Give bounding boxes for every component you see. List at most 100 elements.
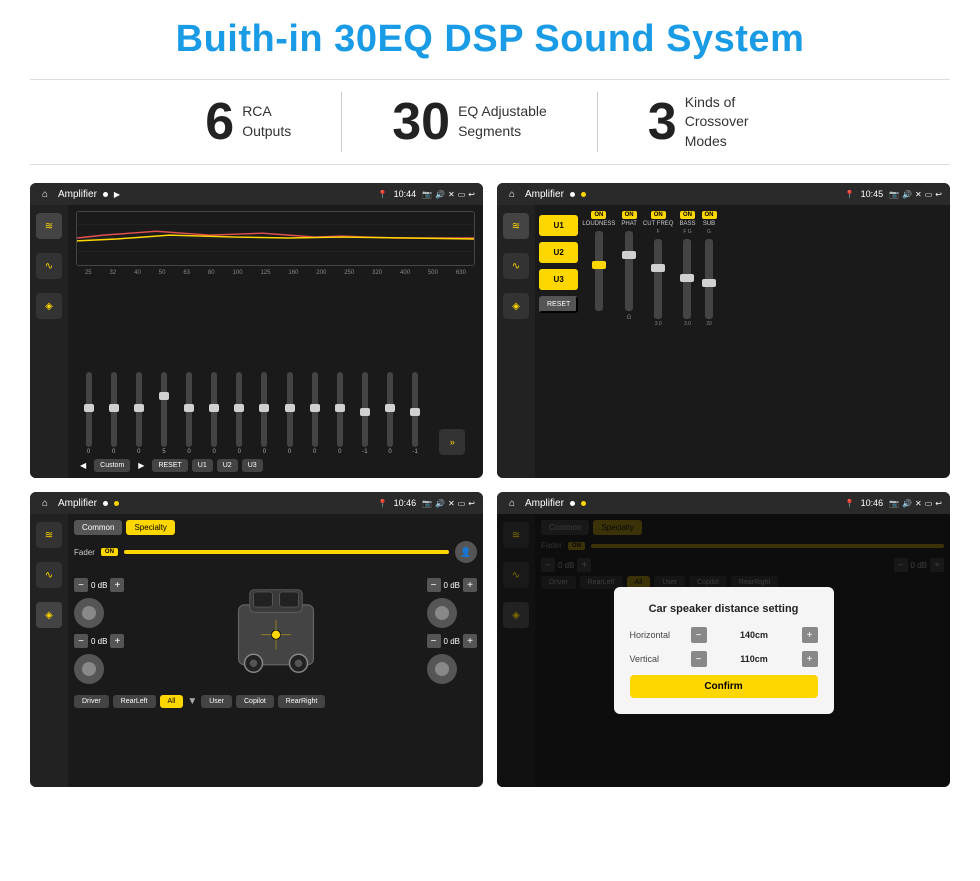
eq-slider-5: 0 [211, 372, 217, 455]
eq-thumb-5[interactable] [209, 404, 219, 412]
spk-wave-icon[interactable]: ∿ [36, 562, 62, 588]
eq-track-12[interactable] [387, 372, 393, 447]
bass-thumb[interactable] [680, 274, 694, 282]
eq-thumb-9[interactable] [310, 404, 320, 412]
spk-speaker-icon[interactable]: ◈ [36, 602, 62, 628]
bass-slider[interactable] [683, 239, 691, 319]
fader-track[interactable] [124, 550, 449, 554]
minus-btn-bl[interactable]: − [74, 634, 88, 648]
eq-thumb-3[interactable] [159, 392, 169, 400]
reset-btn-1[interactable]: RESET [152, 459, 187, 472]
eq-val-6: 0 [238, 449, 241, 455]
eq-thumb-12[interactable] [385, 404, 395, 412]
sub-thumb[interactable] [702, 279, 716, 287]
cutfreq-thumb[interactable] [651, 264, 665, 272]
eq-track-8[interactable] [287, 372, 293, 447]
tab-common[interactable]: Common [74, 520, 122, 535]
eq-thumb-10[interactable] [335, 404, 345, 412]
loudness-on[interactable]: ON [591, 211, 606, 219]
amp-speaker-icon[interactable]: ◈ [503, 293, 529, 319]
eq-track-7[interactable] [261, 372, 267, 447]
eq-val-3: 5 [162, 449, 165, 455]
cutfreq-on[interactable]: ON [651, 211, 666, 219]
custom-preset-btn[interactable]: Custom [94, 459, 130, 472]
all-btn[interactable]: All [160, 695, 184, 708]
eq-track-9[interactable] [312, 372, 318, 447]
eq-track-3[interactable] [161, 372, 167, 447]
amp-eq-icon[interactable]: ≋ [503, 213, 529, 239]
sub-on[interactable]: ON [702, 211, 717, 219]
eq-track-5[interactable] [211, 372, 217, 447]
loudness-thumb[interactable] [592, 261, 606, 269]
plus-btn-br[interactable]: + [463, 634, 477, 648]
eq-track-13[interactable] [412, 372, 418, 447]
copilot-btn[interactable]: Copilot [236, 695, 274, 708]
rearright-btn[interactable]: RearRight [278, 695, 326, 708]
user-btn-3[interactable]: User [201, 695, 232, 708]
amp-wave-icon[interactable]: ∿ [503, 253, 529, 279]
eq-thumb-2[interactable] [134, 404, 144, 412]
eq-track-0[interactable] [86, 372, 92, 447]
u1-btn-2[interactable]: U1 [539, 215, 578, 236]
eq-track-4[interactable] [186, 372, 192, 447]
eq-track-2[interactable] [136, 372, 142, 447]
eq-mode-icon[interactable]: ≋ [36, 213, 62, 239]
screen1-content: ≋ ∿ ◈ [30, 205, 483, 478]
minus-btn-tl[interactable]: − [74, 578, 88, 592]
eq-thumb-11[interactable] [360, 408, 370, 416]
plus-btn-bl[interactable]: + [110, 634, 124, 648]
eq-thumb-4[interactable] [184, 404, 194, 412]
eq-thumb-6[interactable] [234, 404, 244, 412]
u1-btn-1[interactable]: U1 [192, 459, 213, 472]
plus-btn-tr[interactable]: + [463, 578, 477, 592]
eq-thumb-8[interactable] [285, 404, 295, 412]
wave-icon-1[interactable]: ∿ [36, 253, 62, 279]
stat-eq: 30 EQ AdjustableSegments [342, 96, 597, 148]
vertical-minus-btn[interactable]: − [691, 651, 707, 667]
prev-btn[interactable]: ◀ [76, 460, 90, 471]
loudness-slider[interactable] [595, 231, 603, 311]
speaker-icon-1[interactable]: ◈ [36, 293, 62, 319]
sub-slider[interactable] [705, 239, 713, 319]
horizontal-minus-btn[interactable]: − [691, 627, 707, 643]
screen3-card: ⌂ Amplifier 📍 10:46 📷 🔊 ✕ ▭ ↩ ≋ ∿ [30, 492, 483, 787]
plus-btn-tl[interactable]: + [110, 578, 124, 592]
u2-btn-1[interactable]: U2 [217, 459, 238, 472]
volume-icon-1: 🔊 [435, 190, 445, 199]
u2-btn-2[interactable]: U2 [539, 242, 578, 263]
nav-arrow-down[interactable]: ▼ [187, 696, 197, 707]
eq-thumb-13[interactable] [410, 408, 420, 416]
minus-btn-tr[interactable]: − [427, 578, 441, 592]
eq-track-10[interactable] [337, 372, 343, 447]
cutfreq-slider[interactable] [654, 239, 662, 319]
eq-thumb-0[interactable] [84, 404, 94, 412]
minus-btn-br[interactable]: − [427, 634, 441, 648]
eq-slider-7: 0 [261, 372, 267, 455]
tab-specialty[interactable]: Specialty [126, 520, 174, 535]
eq-track-1[interactable] [111, 372, 117, 447]
u3-btn-1[interactable]: U3 [242, 459, 263, 472]
confirm-btn[interactable]: Confirm [630, 675, 818, 698]
vertical-plus-btn[interactable]: + [802, 651, 818, 667]
fader-on-badge[interactable]: ON [101, 548, 118, 556]
topbar-dot-4a [570, 501, 575, 506]
eq-thumb-7[interactable] [259, 404, 269, 412]
eq-bottom-bar: ◀ Custom ▶ RESET U1 U2 U3 [76, 459, 475, 472]
eq-track-11[interactable] [362, 372, 368, 447]
eq-thumb-1[interactable] [109, 404, 119, 412]
avatar-icon[interactable]: 👤 [455, 541, 477, 563]
driver-btn[interactable]: Driver [74, 695, 109, 708]
u3-btn-2[interactable]: U3 [539, 269, 578, 290]
phat-on[interactable]: ON [622, 211, 637, 219]
eq-val-4: 0 [187, 449, 190, 455]
phat-slider[interactable] [625, 231, 633, 311]
reset-btn-2[interactable]: RESET [539, 296, 578, 313]
eq-track-6[interactable] [236, 372, 242, 447]
spk-eq-icon[interactable]: ≋ [36, 522, 62, 548]
next-btn[interactable]: ▶ [134, 460, 148, 471]
expand-btn[interactable]: » [439, 429, 465, 455]
rearleft-btn[interactable]: RearLeft [113, 695, 156, 708]
horizontal-plus-btn[interactable]: + [802, 627, 818, 643]
bass-on[interactable]: ON [680, 211, 695, 219]
phat-thumb[interactable] [622, 251, 636, 259]
